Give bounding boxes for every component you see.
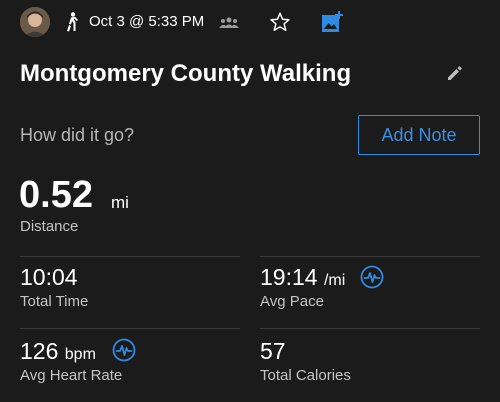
avg-heart-rate-label: Avg Heart Rate <box>20 367 123 384</box>
avg-pace-unit: /mi <box>323 272 346 289</box>
avg-heart-rate-value: 126 bpm <box>20 338 96 365</box>
total-time-number: 10:04 <box>20 264 78 290</box>
edit-icon[interactable] <box>446 64 464 82</box>
avg-pace-value: 19:14 /mi <box>260 264 345 291</box>
total-calories-label: Total Calories <box>260 367 351 384</box>
distance-label: Distance <box>20 218 79 235</box>
distance-unit: mi <box>111 193 129 212</box>
pace-chart-icon[interactable] <box>360 265 384 289</box>
walking-icon <box>64 12 80 32</box>
total-time-label: Total Time <box>20 293 89 310</box>
group-icon[interactable] <box>219 16 239 28</box>
total-calories-value: 57 <box>260 338 286 365</box>
avg-pace-label: Avg Pace <box>260 293 324 310</box>
how-did-it-go-prompt: How did it go? <box>20 125 135 145</box>
divider <box>260 328 480 329</box>
avg-heart-rate-number: 126 <box>20 338 59 364</box>
add-photo-icon[interactable] <box>320 10 344 34</box>
distance-value: 0.52 <box>19 174 93 216</box>
divider <box>260 256 480 257</box>
total-time-value: 10:04 <box>20 264 78 291</box>
avatar[interactable] <box>20 7 50 37</box>
add-note-button[interactable]: Add Note <box>358 115 480 155</box>
star-icon[interactable] <box>269 11 291 33</box>
heart-rate-chart-icon[interactable] <box>112 338 136 362</box>
total-calories-number: 57 <box>260 338 286 364</box>
avg-pace-number: 19:14 <box>260 264 318 290</box>
divider <box>20 328 240 329</box>
top-bar: Oct 3 @ 5:33 PM <box>0 0 500 46</box>
avg-heart-rate-unit: bpm <box>64 346 96 363</box>
divider <box>20 256 240 257</box>
activity-title: Montgomery County Walking <box>20 60 352 87</box>
activity-date: Oct 3 @ 5:33 PM <box>89 13 205 30</box>
